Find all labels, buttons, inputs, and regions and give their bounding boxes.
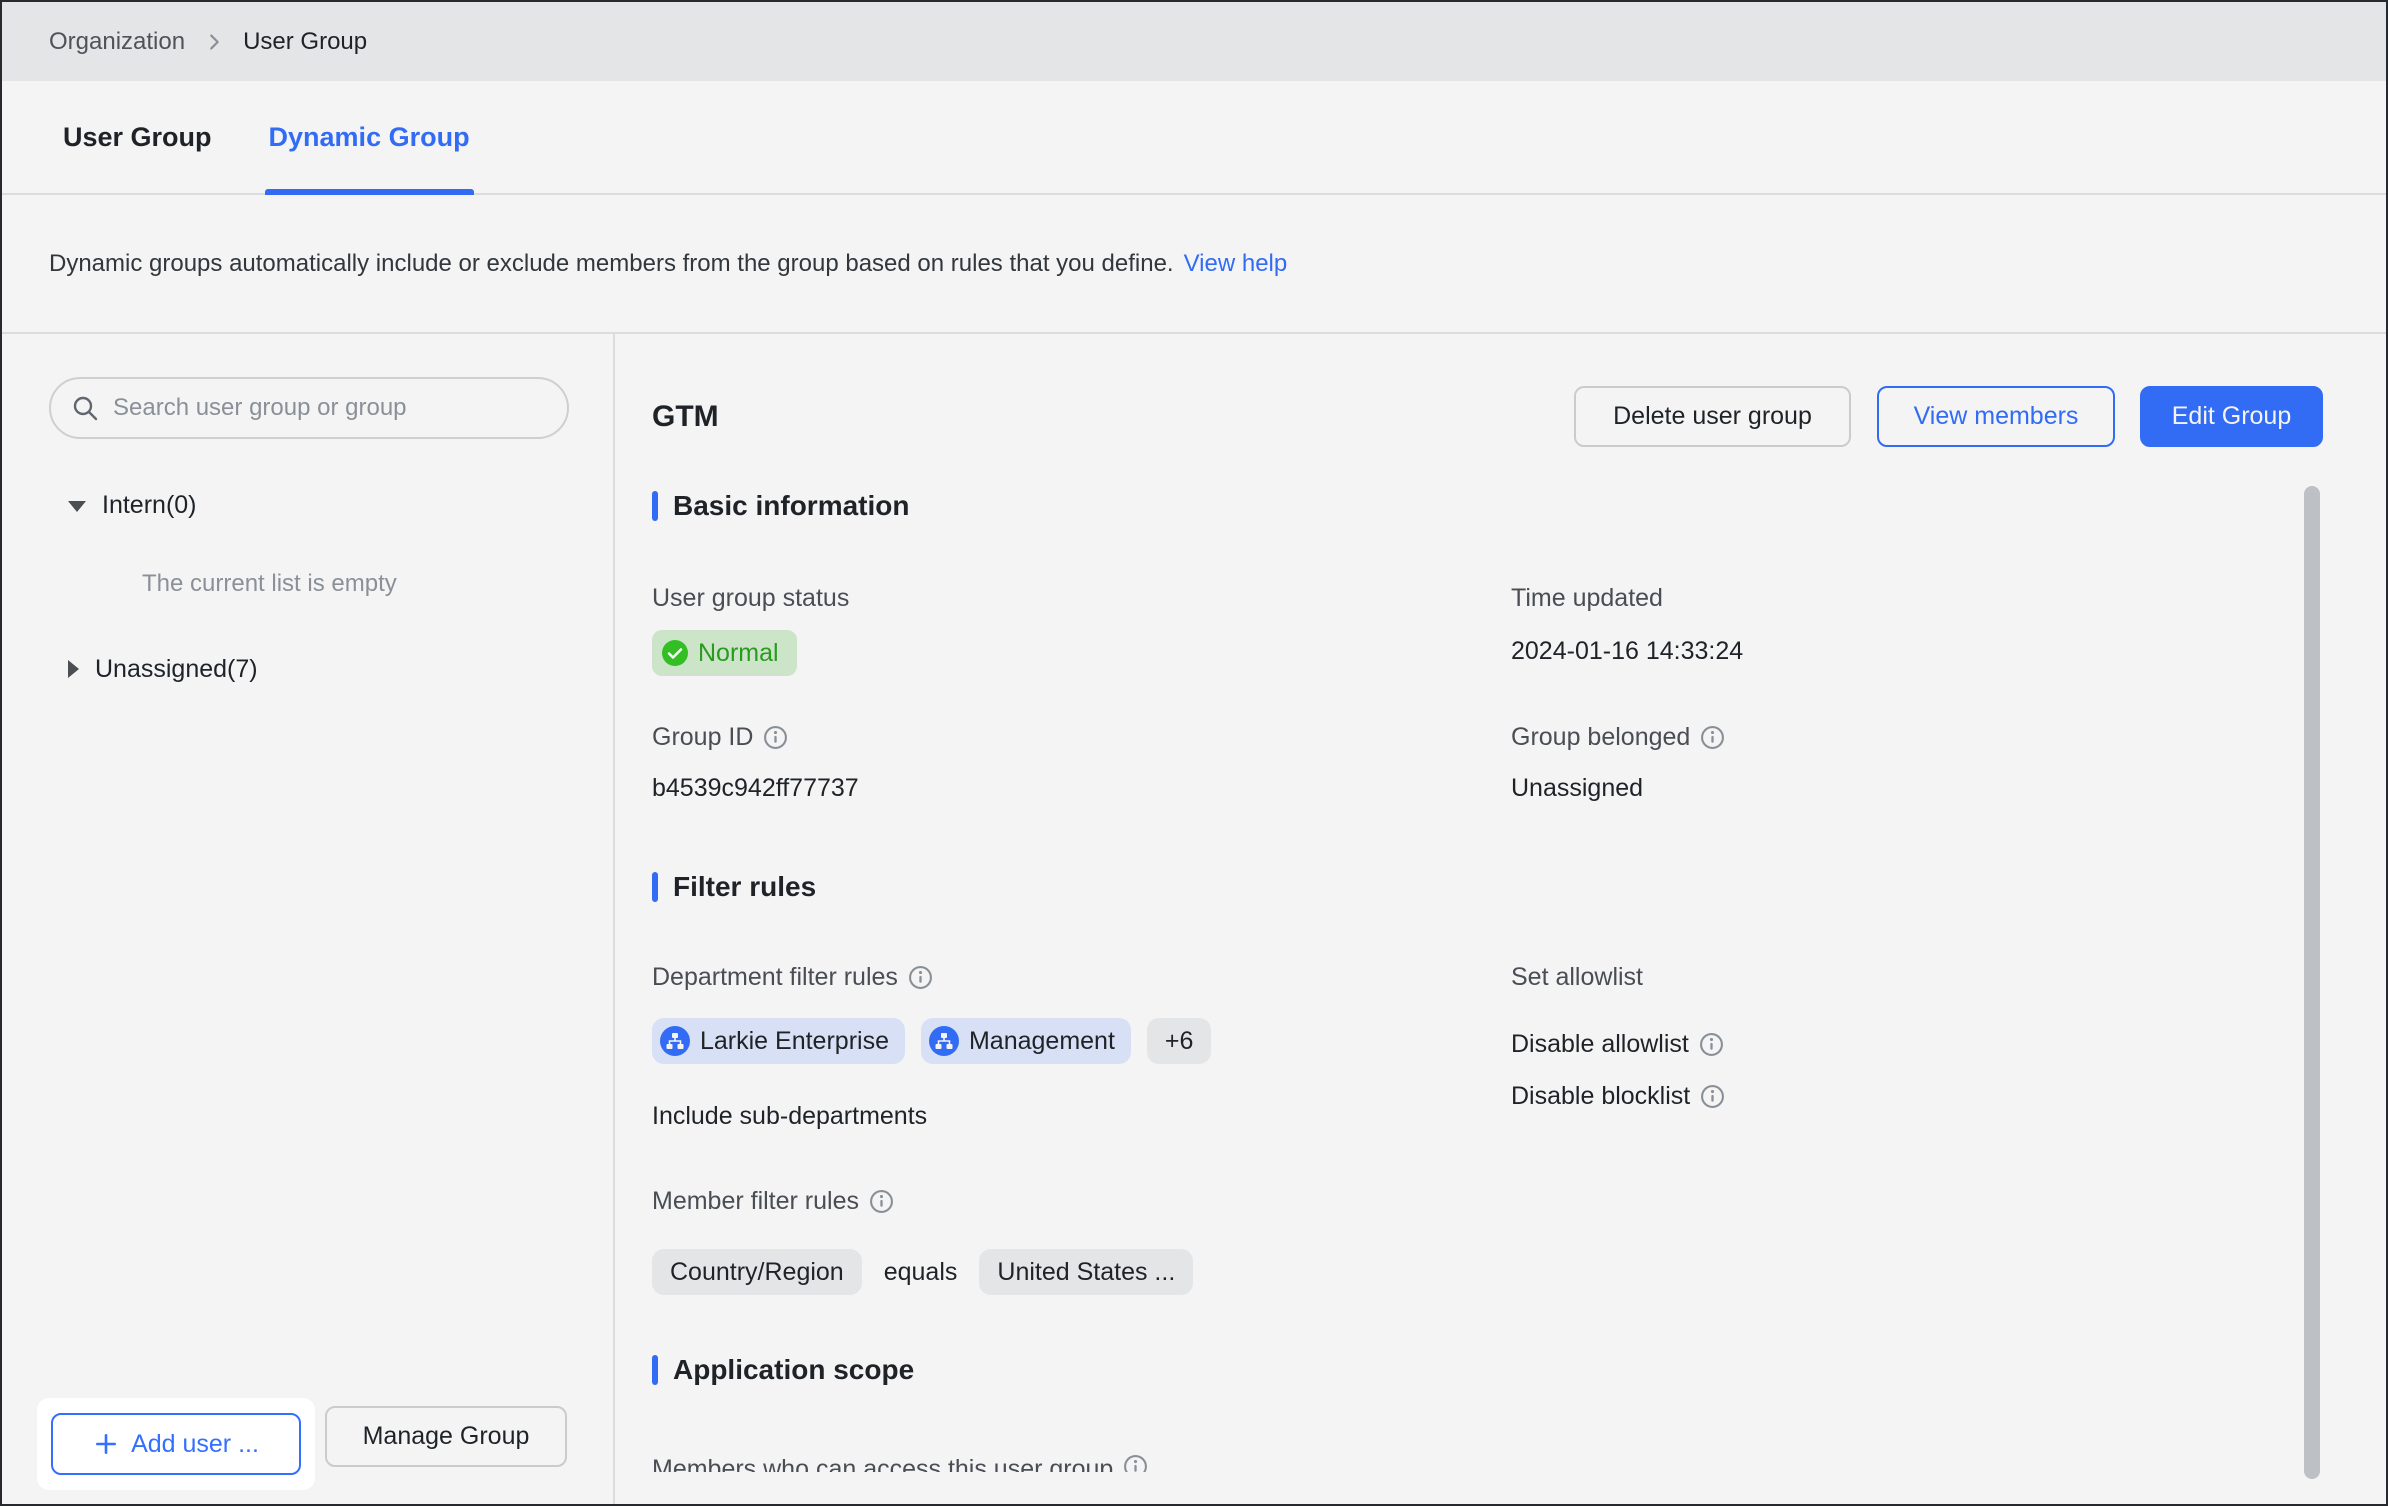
section-accent-bar — [652, 872, 658, 902]
description-text: Dynamic groups automatically include or … — [49, 250, 1174, 278]
department-filter-label-text: Department filter rules — [652, 963, 898, 992]
group-id-value: b4539c942ff77737 — [652, 774, 859, 803]
department-tag-label: Management — [969, 1027, 1115, 1056]
group-belonged-value: Unassigned — [1511, 774, 1643, 803]
status-badge: Normal — [652, 630, 797, 676]
tree-item-intern[interactable]: Intern(0) — [68, 482, 197, 528]
member-filter-label: Member filter rules — [652, 1187, 894, 1216]
tab-user-group[interactable]: User Group — [63, 81, 212, 193]
group-title: GTM — [652, 386, 719, 447]
info-icon — [1123, 1454, 1148, 1472]
section-heading-label: Basic information — [673, 490, 909, 522]
department-tag: Management — [921, 1018, 1131, 1064]
check-circle-icon — [662, 640, 688, 666]
disable-blocklist-value: Disable blocklist — [1511, 1082, 1725, 1111]
info-icon[interactable] — [763, 725, 788, 750]
section-heading-label: Filter rules — [673, 871, 816, 903]
status-label: User group status — [652, 584, 849, 613]
tree-item-label: Unassigned — [95, 655, 227, 683]
department-tags: Larkie Enterprise Management +6 — [652, 1018, 1211, 1064]
tab-dynamic-group-label: Dynamic Group — [269, 122, 470, 153]
tab-bar: User Group Dynamic Group — [2, 81, 2386, 195]
plus-icon — [93, 1431, 119, 1457]
set-allowlist-label: Set allowlist — [1511, 963, 1643, 992]
member-filter-operator: equals — [884, 1258, 958, 1287]
group-sidebar: Intern(0) The current list is empty Unas… — [2, 334, 615, 1504]
search-input[interactable] — [113, 394, 547, 422]
clipped-scope-row: Members who can access this user group — [652, 1454, 1148, 1472]
info-icon[interactable] — [1699, 1032, 1724, 1057]
view-help-link[interactable]: View help — [1184, 250, 1288, 278]
time-updated-value: 2024-01-16 14:33:24 — [1511, 637, 1743, 666]
info-icon[interactable] — [1700, 725, 1725, 750]
application-scope-heading: Application scope — [652, 1354, 914, 1386]
department-icon — [660, 1026, 690, 1056]
group-detail-panel: GTM Delete user group View members Edit … — [615, 334, 2386, 1504]
breadcrumb-user-group: User Group — [243, 28, 367, 56]
info-icon[interactable] — [869, 1189, 894, 1214]
search-box[interactable] — [49, 377, 569, 439]
breadcrumb: Organization User Group — [2, 2, 2386, 81]
edit-group-button[interactable]: Edit Group — [2140, 386, 2323, 447]
tree-item-unassigned[interactable]: Unassigned(7) — [68, 646, 258, 692]
tab-dynamic-group[interactable]: Dynamic Group — [269, 81, 470, 193]
vertical-scrollbar[interactable] — [2304, 486, 2320, 1479]
time-updated-label: Time updated — [1511, 584, 1663, 613]
add-user-button[interactable]: Add user ... — [51, 1413, 301, 1475]
search-icon — [71, 394, 99, 422]
department-tag: Larkie Enterprise — [652, 1018, 905, 1064]
group-id-label: Group ID — [652, 723, 788, 752]
group-belonged-label-text: Group belonged — [1511, 723, 1690, 752]
breadcrumb-organization[interactable]: Organization — [49, 28, 185, 56]
view-members-button[interactable]: View members — [1877, 386, 2115, 447]
disable-blocklist-text: Disable blocklist — [1511, 1082, 1690, 1111]
more-tags-badge[interactable]: +6 — [1147, 1018, 1212, 1064]
section-accent-bar — [652, 491, 658, 521]
tree-item-label: Intern — [102, 491, 166, 519]
app-window: Organization User Group User Group Dynam… — [0, 0, 2388, 1506]
tab-user-group-label: User Group — [63, 122, 212, 153]
content-area: Intern(0) The current list is empty Unas… — [2, 334, 2386, 1504]
info-icon[interactable] — [908, 965, 933, 990]
empty-list-note: The current list is empty — [142, 570, 397, 598]
basic-information-heading: Basic information — [652, 490, 909, 522]
info-icon[interactable] — [1700, 1084, 1725, 1109]
department-filter-label: Department filter rules — [652, 963, 933, 992]
tree-item-text: Intern(0) — [102, 491, 197, 520]
tree-item-count: (7) — [227, 655, 258, 683]
group-belonged-label: Group belonged — [1511, 723, 1725, 752]
add-user-button-label: Add user ... — [131, 1430, 259, 1459]
spotlight-highlight: Add user ... — [37, 1398, 315, 1490]
status-badge-label: Normal — [698, 639, 779, 668]
section-accent-bar — [652, 1355, 658, 1385]
tree-item-count: (0) — [166, 491, 197, 519]
disable-allowlist-value: Disable allowlist — [1511, 1030, 1724, 1059]
manage-group-button[interactable]: Manage Group — [325, 1406, 567, 1467]
filter-rules-heading: Filter rules — [652, 871, 816, 903]
member-filter-value-pill: United States ... — [979, 1249, 1193, 1295]
chevron-right-icon — [203, 31, 225, 53]
description-bar: Dynamic groups automatically include or … — [2, 195, 2386, 334]
tree-item-text: Unassigned(7) — [95, 655, 258, 684]
scope-members-label: Members who can access this user group — [652, 1454, 1113, 1472]
delete-user-group-button[interactable]: Delete user group — [1574, 386, 1851, 447]
department-tag-label: Larkie Enterprise — [700, 1027, 889, 1056]
member-filter-rule: Country/Region equals United States ... — [652, 1249, 1193, 1295]
disable-allowlist-text: Disable allowlist — [1511, 1030, 1689, 1059]
caret-right-icon — [68, 660, 79, 678]
department-icon — [929, 1026, 959, 1056]
group-id-label-text: Group ID — [652, 723, 753, 752]
caret-down-icon — [68, 501, 86, 512]
include-sub-departments-text: Include sub-departments — [652, 1102, 927, 1131]
section-heading-label: Application scope — [673, 1354, 914, 1386]
member-filter-label-text: Member filter rules — [652, 1187, 859, 1216]
member-filter-field-pill: Country/Region — [652, 1249, 862, 1295]
